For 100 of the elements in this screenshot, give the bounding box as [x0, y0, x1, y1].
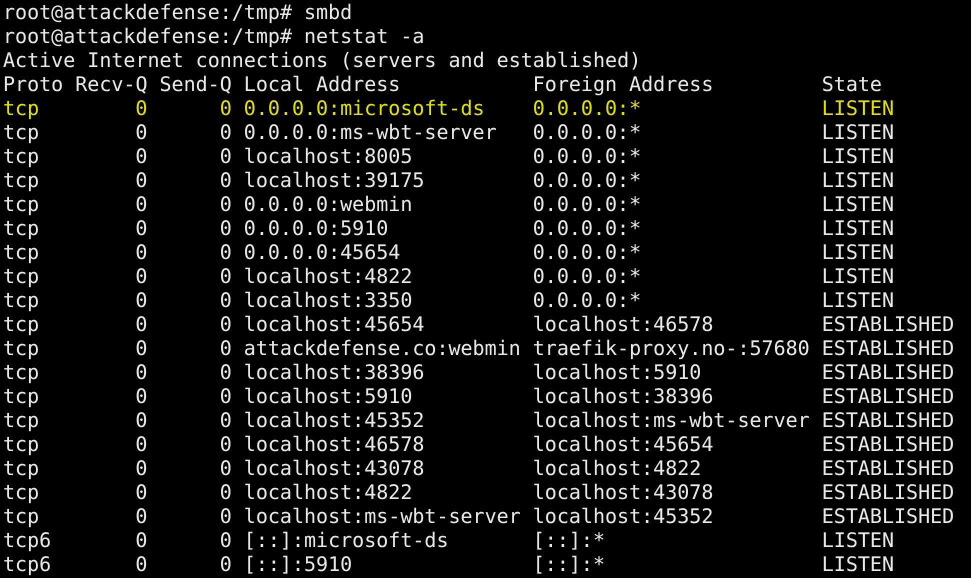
table-cell: 0.0.0.0:* [532, 168, 642, 192]
table-cell: LISTEN [822, 264, 894, 288]
table-cell: 0 [135, 240, 148, 264]
table-cell: 0.0.0.0:* [532, 144, 642, 168]
shell-prompt: root@attackdefense:/tmp# [3, 24, 292, 48]
table-cell: LISTEN [822, 240, 894, 264]
column-header: Proto [3, 72, 64, 96]
table-cell: [::]:5910 [244, 552, 352, 576]
table-cell: 0 [135, 504, 148, 528]
table-cell: LISTEN [822, 528, 894, 552]
table-cell: 0 [220, 192, 232, 216]
table-cell: ESTABLISHED [822, 432, 954, 456]
table-cell: ESTABLISHED [822, 312, 954, 336]
table-cell: ESTABLISHED [822, 360, 954, 384]
table-cell: localhost:45352 [532, 504, 714, 528]
table-cell: LISTEN [822, 192, 894, 216]
table-cell: 0.0.0.0:* [532, 264, 642, 288]
table-cell: 0.0.0.0:* [532, 120, 642, 144]
table-cell: tcp [3, 192, 40, 216]
table-cell: 0 [220, 504, 232, 528]
table-cell: 0.0.0.0:* [532, 192, 642, 216]
column-header: Foreign Address [532, 72, 714, 96]
table-cell: tcp [3, 216, 40, 240]
table-cell: 0 [220, 384, 232, 408]
table-cell: localhost:4822 [532, 456, 702, 480]
table-cell: localhost:45654 [532, 432, 714, 456]
table-cell: 0.0.0.0:microsoft-ds [244, 96, 485, 120]
table-cell: 0 [135, 312, 148, 336]
command-text: netstat -a [304, 24, 424, 48]
table-cell: 0 [135, 456, 148, 480]
table-cell: 0 [135, 96, 148, 120]
table-cell: tcp [3, 264, 40, 288]
table-cell: 0 [220, 288, 232, 312]
table-cell: 0 [220, 264, 232, 288]
table-cell: 0.0.0.0:ms-wbt-server [244, 120, 497, 144]
table-cell: 0 [220, 360, 232, 384]
table-cell: LISTEN [822, 96, 894, 120]
table-cell: 0 [220, 480, 232, 504]
table-cell: tcp [3, 360, 40, 384]
table-cell: 0 [135, 216, 148, 240]
table-cell: tcp [3, 312, 40, 336]
table-cell: localhost:8005 [244, 144, 412, 168]
table-cell: localhost:43078 [244, 456, 424, 480]
table-cell: 0 [135, 168, 148, 192]
table-cell: 0 [220, 408, 232, 432]
table-cell: 0 [135, 480, 148, 504]
table-cell: localhost:43078 [532, 480, 714, 504]
table-cell: 0.0.0.0:5910 [244, 216, 388, 240]
table-cell: 0 [220, 528, 232, 552]
table-cell: localhost:3350 [244, 288, 412, 312]
table-cell: 0 [220, 96, 232, 120]
table-cell: 0 [220, 168, 232, 192]
table-cell: LISTEN [822, 552, 894, 576]
table-cell: tcp [3, 96, 40, 120]
table-cell: tcp [3, 384, 40, 408]
table-cell: ESTABLISHED [822, 336, 954, 360]
table-cell: localhost:5910 [244, 384, 412, 408]
table-cell: 0 [135, 528, 148, 552]
table-cell: 0 [220, 432, 232, 456]
column-header: Recv-Q [75, 72, 148, 96]
table-cell: 0.0.0.0:* [532, 216, 642, 240]
shell-prompt: root@attackdefense:/tmp# [3, 0, 292, 24]
table-cell: localhost:46578 [532, 312, 714, 336]
table-cell: localhost:4822 [244, 264, 412, 288]
table-cell: 0.0.0.0:45654 [244, 240, 400, 264]
table-cell: ESTABLISHED [822, 480, 954, 504]
table-cell: 0 [135, 288, 148, 312]
table-cell: ESTABLISHED [822, 408, 954, 432]
table-cell: localhost:38396 [532, 384, 714, 408]
table-cell: tcp [3, 336, 40, 360]
table-cell: tcp [3, 288, 40, 312]
column-header: Send-Q [160, 72, 232, 96]
table-cell: tcp [3, 456, 40, 480]
output-line: Active Internet connections (servers and established) [3, 48, 642, 72]
table-cell: tcp [3, 168, 40, 192]
table-cell: 0 [220, 312, 232, 336]
table-cell: 0.0.0.0:* [532, 288, 642, 312]
table-cell: localhost:38396 [244, 360, 424, 384]
table-cell: 0 [135, 336, 148, 360]
table-cell: tcp [3, 504, 40, 528]
table-cell: tcp6 [3, 552, 52, 576]
table-cell: 0 [220, 336, 232, 360]
table-cell: 0 [135, 120, 148, 144]
table-cell: LISTEN [822, 216, 894, 240]
column-header: State [822, 72, 882, 96]
table-cell: 0 [135, 552, 148, 576]
table-cell: ESTABLISHED [822, 504, 954, 528]
table-cell: 0.0.0.0:* [532, 96, 642, 120]
table-cell: localhost:4822 [244, 480, 412, 504]
table-cell: 0 [135, 192, 148, 216]
table-cell: 0 [220, 144, 232, 168]
table-cell: 0 [220, 216, 232, 240]
table-cell: LISTEN [822, 144, 894, 168]
table-cell: 0 [220, 240, 232, 264]
table-cell: traefik-proxy.no-:57680 [532, 336, 810, 360]
column-header: Local Address [244, 72, 400, 96]
table-cell: 0 [220, 120, 232, 144]
table-cell: 0 [135, 360, 148, 384]
table-cell: localhost:45654 [244, 312, 424, 336]
table-cell: localhost:45352 [244, 408, 424, 432]
